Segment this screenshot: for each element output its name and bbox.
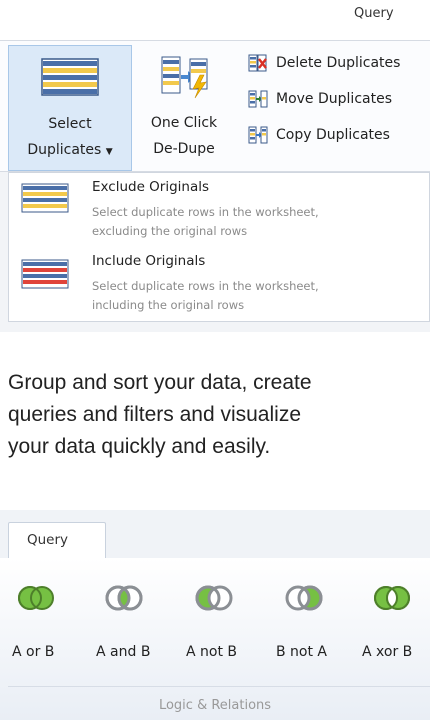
group-divider	[8, 686, 430, 687]
select-duplicates-label-2: Duplicates ▼	[9, 142, 131, 158]
move-duplicates-button[interactable]: Move Duplicates	[248, 86, 392, 112]
include-desc-line-1: Select duplicate rows in the worksheet,	[92, 279, 319, 293]
select-duplicates-menu: Exclude Originals Select duplicate rows …	[8, 172, 430, 322]
exclude-originals-icon	[21, 183, 69, 213]
delete-duplicates-icon	[248, 54, 267, 72]
top-tab-strip: Query	[0, 0, 430, 40]
copy-duplicates-button[interactable]: Copy Duplicates	[248, 122, 390, 148]
select-duplicates-button[interactable]: Select Duplicates ▼	[8, 45, 132, 171]
one-click-label-2: De-Dupe	[153, 141, 215, 157]
exclude-originals-title: Exclude Originals	[92, 179, 210, 195]
one-click-dedupe-icon	[161, 56, 208, 99]
move-duplicates-label: Move Duplicates	[276, 91, 392, 107]
tab-query-bottom-label: Query	[27, 532, 69, 548]
move-duplicates-icon	[248, 90, 268, 108]
menu-item-exclude-originals[interactable]: Exclude Originals Select duplicate rows …	[9, 173, 429, 247]
a-and-b-label[interactable]: A and B	[96, 644, 150, 660]
venn-b-not-a-icon[interactable]	[284, 584, 324, 612]
menu-item-include-originals[interactable]: Include Originals Select duplicate rows …	[9, 249, 429, 321]
delete-duplicates-button[interactable]: Delete Duplicates	[248, 50, 400, 76]
select-duplicates-icon	[41, 58, 99, 96]
include-originals-icon	[21, 259, 69, 289]
one-click-label-1: One Click	[150, 115, 218, 131]
delete-duplicates-label: Delete Duplicates	[276, 55, 401, 71]
select-duplicates-label-text: Duplicates	[27, 142, 102, 158]
exclude-desc-line-2: excluding the original rows	[92, 224, 248, 238]
dropdown-arrow-icon: ▼	[105, 147, 113, 157]
feature-description: Group and sort your data, create queries…	[8, 367, 428, 463]
exclude-originals-desc: Select duplicate rows in the worksheet, …	[92, 203, 412, 241]
a-xor-b-label[interactable]: A xor B	[362, 644, 412, 660]
venn-a-and-b-icon[interactable]	[104, 584, 144, 612]
include-originals-desc: Select duplicate rows in the worksheet, …	[92, 277, 412, 315]
copy-duplicates-icon	[248, 126, 268, 144]
include-originals-title: Include Originals	[92, 253, 206, 269]
top-ribbon-panel: Query Select Duplicates ▼ One Click De-D…	[0, 0, 430, 332]
description-line-2: queries and filters and visualize	[8, 403, 301, 426]
venn-a-or-b-icon[interactable]	[16, 584, 56, 612]
logic-relations-group-label: Logic & Relations	[158, 698, 272, 713]
bottom-tab-strip: Query	[0, 510, 430, 559]
b-not-a-label[interactable]: B not A	[276, 644, 327, 660]
description-line-1: Group and sort your data, create	[8, 371, 312, 394]
bottom-ribbon-panel: Query A or B A and B A not B B not A A x…	[0, 510, 430, 720]
copy-duplicates-label: Copy Duplicates	[276, 127, 390, 143]
one-click-dedupe-button[interactable]: One Click De-Dupe	[138, 45, 230, 171]
venn-a-not-b-icon[interactable]	[194, 584, 234, 612]
logic-relations-group: A or B A and B A not B B not A A xor B L…	[0, 558, 430, 720]
tab-query[interactable]: Query	[354, 6, 394, 21]
a-or-b-label[interactable]: A or B	[12, 644, 54, 660]
exclude-desc-line-1: Select duplicate rows in the worksheet,	[92, 205, 319, 219]
include-desc-line-2: including the original rows	[92, 298, 245, 312]
venn-a-xor-b-icon[interactable]	[372, 584, 412, 612]
description-line-3: your data quickly and easily.	[8, 435, 271, 458]
tab-query-bottom[interactable]: Query	[8, 522, 106, 559]
a-not-b-label[interactable]: A not B	[186, 644, 237, 660]
select-duplicates-label-1: Select	[48, 116, 92, 132]
